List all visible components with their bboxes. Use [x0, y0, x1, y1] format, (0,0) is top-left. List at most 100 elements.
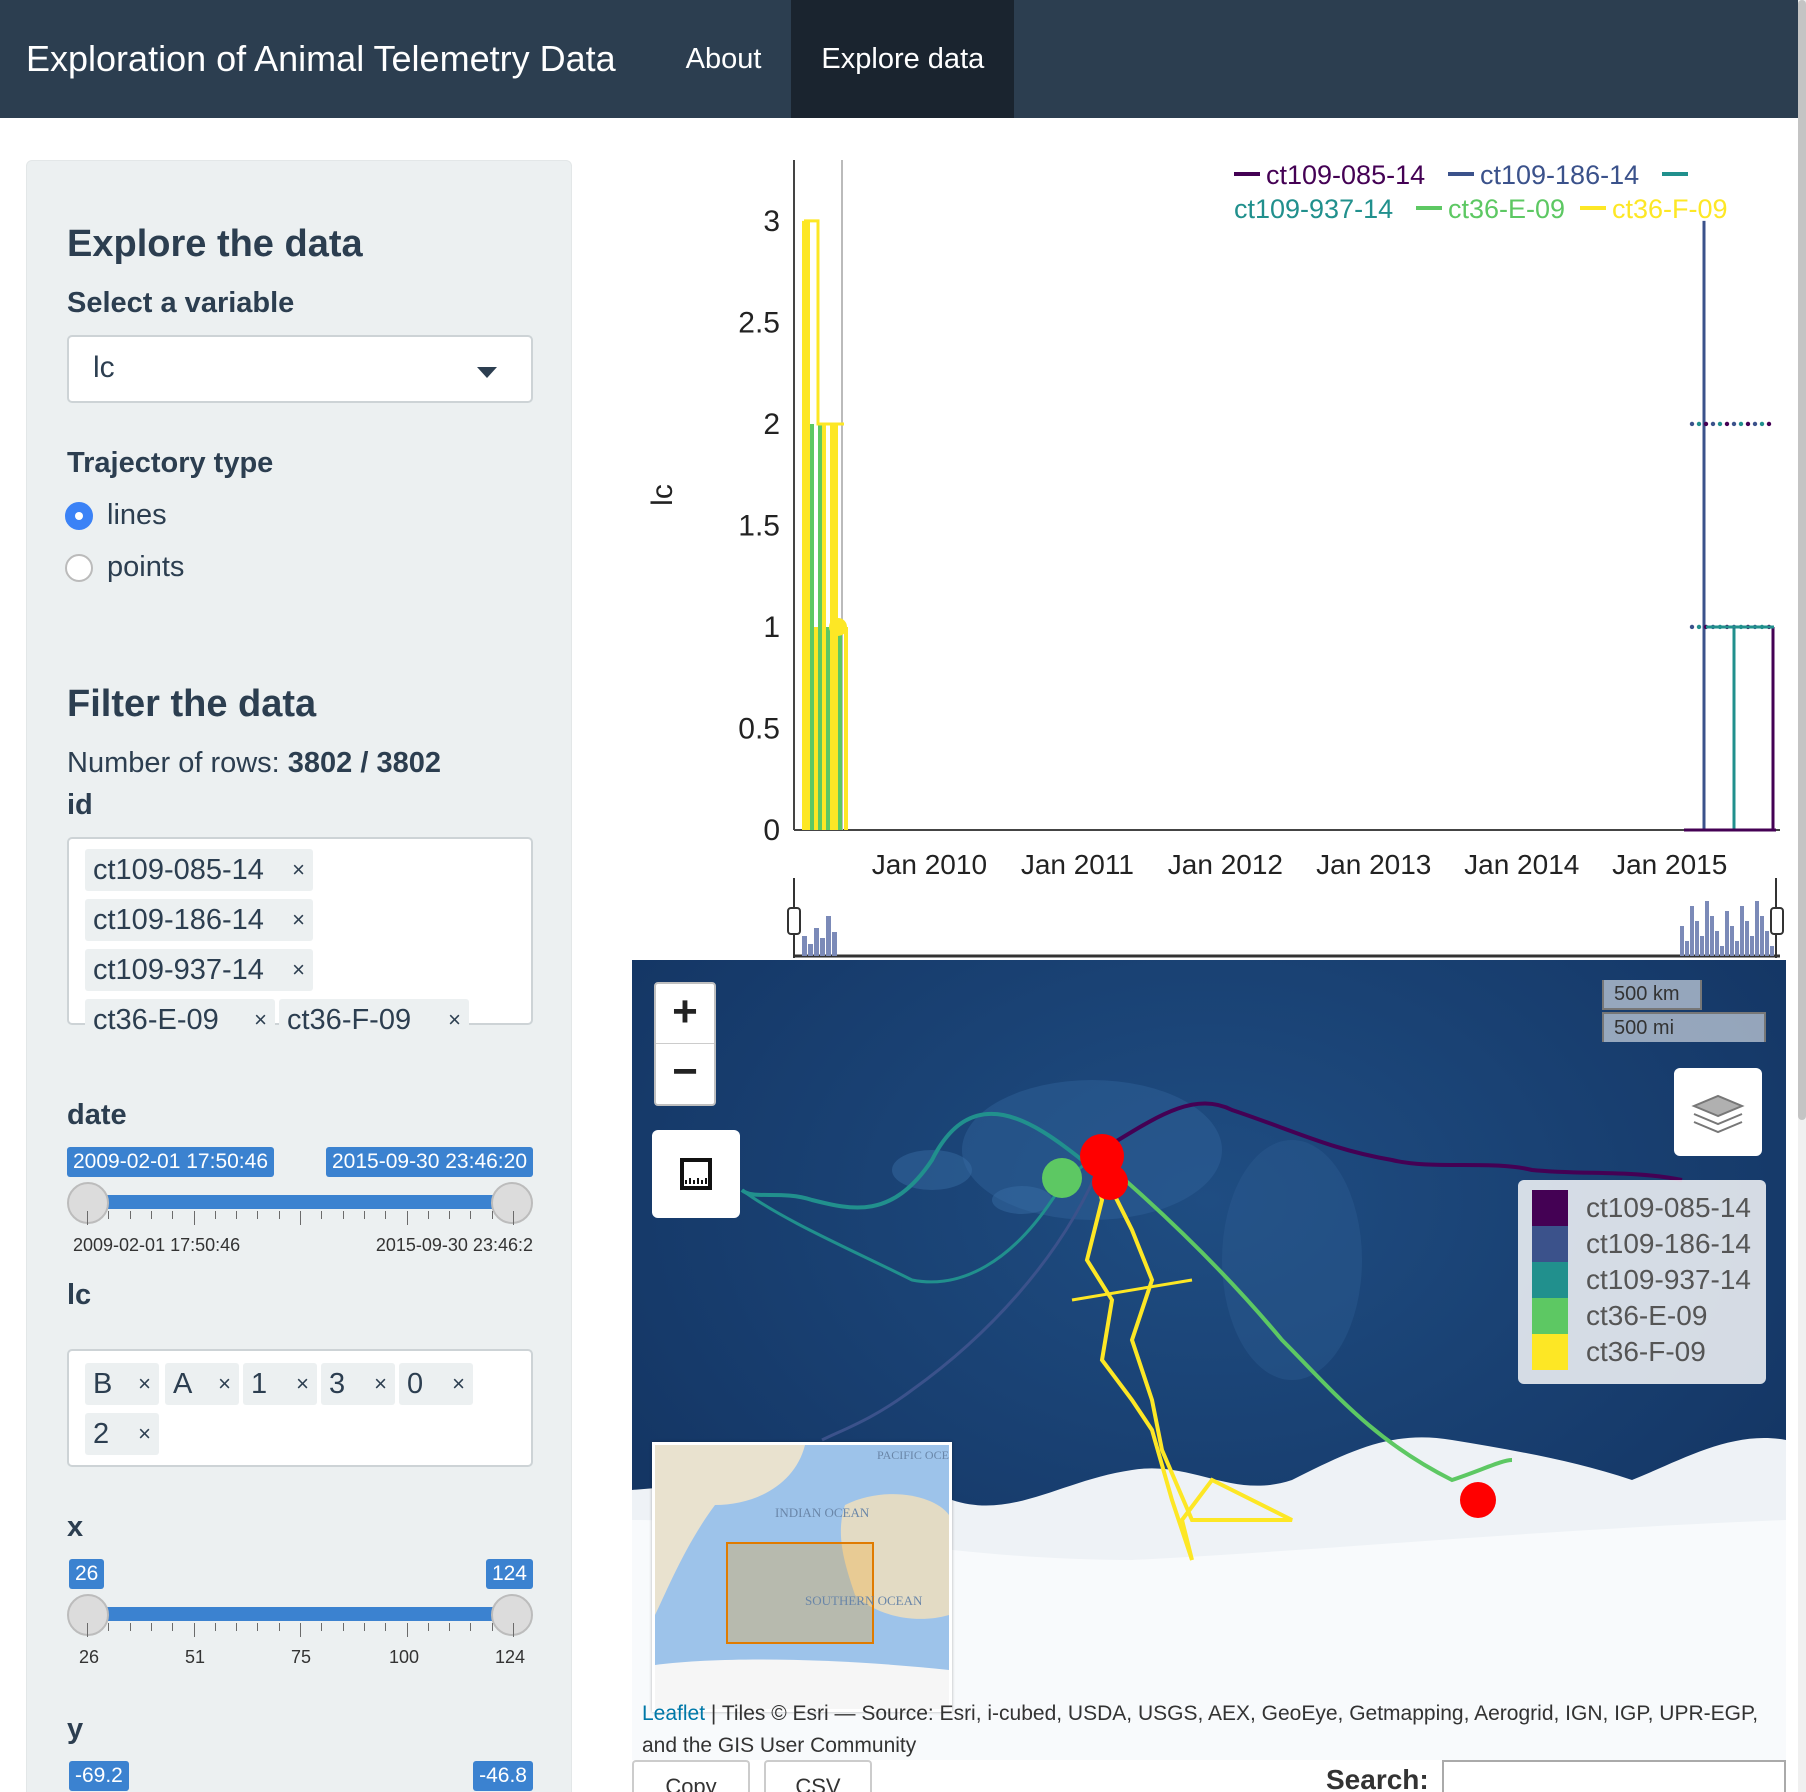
id-tag[interactable]: ct36-F-09 ×	[279, 999, 469, 1041]
x-handle-left[interactable]	[67, 1594, 109, 1636]
end-marker[interactable]	[1460, 1482, 1496, 1518]
end-marker[interactable]	[1092, 1164, 1128, 1200]
minimap[interactable]: PACIFIC OCEAN INDIAN OCEAN SOUTHERN OCEA…	[652, 1442, 952, 1712]
x-tick: 51	[185, 1647, 206, 1667]
seamount	[992, 1186, 1052, 1214]
variable-select[interactable]: lc	[67, 335, 533, 403]
remove-tag-icon[interactable]: ×	[448, 999, 461, 1041]
date-handle-right[interactable]	[491, 1182, 533, 1224]
id-tag-label: ct109-085-14	[93, 854, 264, 886]
id-tag-label: ct109-937-14	[93, 954, 264, 986]
nav-explore-data[interactable]: Explore data	[791, 0, 1015, 118]
csv-button[interactable]: CSV	[764, 1760, 872, 1792]
lc-tag[interactable]: 0 ×	[399, 1363, 473, 1405]
lc-tag[interactable]: B ×	[85, 1363, 159, 1405]
remove-tag-icon[interactable]: ×	[254, 999, 267, 1041]
date-range-slider[interactable]: 2009-02-01 17:50:46 2015-09-30 23:46:20 …	[67, 1147, 533, 1257]
layers-button[interactable]	[1674, 1068, 1762, 1156]
id-tag[interactable]: ct109-186-14 ×	[85, 899, 313, 941]
id-tag[interactable]: ct109-937-14 ×	[85, 949, 313, 991]
x-tick-label: Jan 2010	[872, 849, 987, 880]
lc-tag[interactable]: A ×	[165, 1363, 239, 1405]
radio-points-label: points	[107, 551, 185, 583]
copy-button[interactable]: Copy	[632, 1760, 750, 1792]
lc-tag[interactable]: 3 ×	[321, 1363, 395, 1405]
remove-tag-icon[interactable]: ×	[138, 1363, 151, 1405]
search-label: Search:	[1326, 1764, 1429, 1792]
radio-points-button[interactable]	[65, 553, 93, 582]
nav-about[interactable]: About	[656, 0, 792, 118]
range-histogram-bar	[820, 938, 825, 956]
y-label: y	[67, 1713, 84, 1745]
sidebar-panel: Explore the data Select a variable lc Tr…	[26, 160, 572, 1792]
y-tick-label: 2.5	[738, 306, 780, 339]
id-label: id	[67, 789, 93, 821]
app-title[interactable]: Exploration of Animal Telemetry Data	[0, 0, 656, 118]
id-tag[interactable]: ct109-085-14 ×	[85, 849, 313, 891]
remove-tag-icon[interactable]: ×	[292, 949, 305, 991]
id-tag-label: ct36-F-09	[287, 1004, 412, 1036]
series-point	[1759, 421, 1765, 427]
radio-lines[interactable]: lines	[65, 499, 167, 532]
range-histogram-bar	[1735, 941, 1739, 956]
minimap-label: PACIFIC OCEAN	[877, 1448, 949, 1462]
slider-tick	[406, 1211, 408, 1225]
y-range-slider[interactable]: -69.2 -46.8	[67, 1761, 533, 1792]
range-histogram-bar	[808, 944, 813, 956]
y-axis-title: lc	[646, 484, 679, 506]
range-histogram-bar	[1725, 911, 1729, 956]
variable-label: Select a variable	[67, 287, 295, 319]
remove-tag-icon[interactable]: ×	[292, 899, 305, 941]
leaflet-link[interactable]: Leaflet	[642, 1702, 705, 1725]
measure-button[interactable]	[652, 1130, 740, 1218]
slider-tick	[470, 1623, 472, 1631]
remove-tag-icon[interactable]: ×	[296, 1363, 309, 1405]
x-tick: 26	[79, 1647, 100, 1667]
start-marker[interactable]	[1042, 1158, 1082, 1198]
lc-multiselect[interactable]: B × A × 1 × 3 × 0 × 2 ×	[67, 1349, 533, 1467]
x-tick-label: Jan 2015	[1612, 849, 1727, 880]
slider-tick	[257, 1211, 259, 1219]
remove-tag-icon[interactable]: ×	[292, 849, 305, 891]
remove-tag-icon[interactable]: ×	[218, 1363, 231, 1405]
x-tick: 124	[495, 1647, 526, 1667]
x-tick-label: Jan 2014	[1464, 849, 1579, 880]
lc-label: lc	[67, 1279, 92, 1311]
zoom-out-button[interactable]: −	[656, 1044, 714, 1104]
zoom-in-button[interactable]: +	[656, 984, 714, 1044]
range-histogram-bar	[832, 932, 837, 956]
chart-legend[interactable]: ct109-085-14 ct109-186-14 ct109-937-14 ct36…	[1234, 160, 1728, 224]
x-handle-right[interactable]	[491, 1594, 533, 1636]
series-point	[1738, 421, 1744, 427]
slider-tick	[172, 1623, 174, 1631]
date-handle-left[interactable]	[67, 1182, 109, 1224]
remove-tag-icon[interactable]: ×	[374, 1363, 387, 1405]
telemetry-map[interactable]: + − 500 km 500 mi ct109-085-14 ct109-186…	[632, 960, 1786, 1760]
range-selector[interactable]	[787, 878, 1784, 958]
range-histogram-bar	[1690, 906, 1694, 956]
lc-tag[interactable]: 2 ×	[85, 1413, 159, 1455]
range-histogram-bar	[1710, 916, 1714, 956]
row-count-value: 3802 / 3802	[287, 747, 441, 779]
legend-swatch	[1532, 1262, 1568, 1298]
series-point	[1689, 624, 1695, 630]
x-range-slider[interactable]: 26 124 26 51 75 100 124	[67, 1559, 533, 1669]
scale-km: 500 km	[1602, 980, 1702, 1010]
range-histogram-bar	[1700, 936, 1704, 956]
remove-tag-icon[interactable]: ×	[452, 1363, 465, 1405]
series-point	[1766, 421, 1772, 427]
series-point	[1724, 421, 1730, 427]
lc-tag[interactable]: 1 ×	[243, 1363, 317, 1405]
x-to-bubble: 124	[485, 1559, 533, 1589]
lc-timeseries-chart[interactable]: 0 0.5 1 1.5 2 2.5 3 Jan 2010 Jan 2011 Jan 2012 Jan…	[620, 150, 1800, 960]
id-multiselect[interactable]: ct109-085-14 × ct109-186-14 × ct109-937-14…	[67, 837, 533, 1041]
radio-points[interactable]: points	[65, 551, 184, 584]
search-input[interactable]	[1442, 1760, 1786, 1792]
range-histogram-bar	[1770, 946, 1774, 956]
remove-tag-icon[interactable]: ×	[138, 1413, 151, 1455]
radio-lines-button[interactable]	[65, 501, 93, 530]
id-tag[interactable]: ct36-E-09 ×	[85, 999, 275, 1041]
slider-tick	[363, 1623, 365, 1631]
range-histogram-bar	[1730, 926, 1734, 956]
legend-label: ct109-937-14	[1586, 1264, 1752, 1295]
